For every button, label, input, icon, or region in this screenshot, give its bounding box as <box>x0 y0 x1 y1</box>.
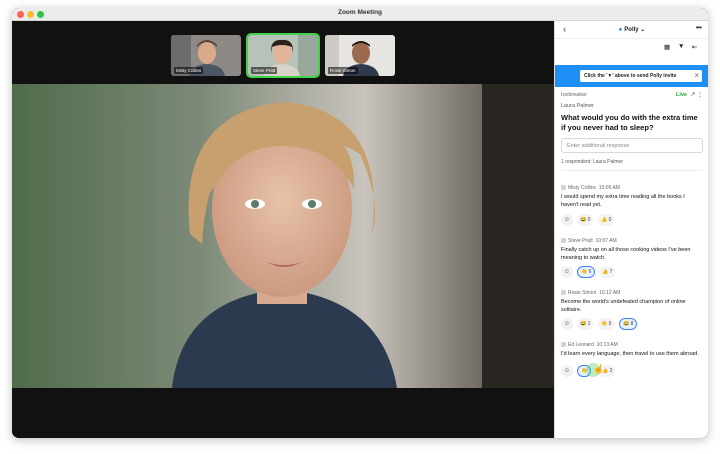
response-time: 10:06 AM <box>598 185 620 191</box>
banner-text: Click the '▼' above to send Polly invite <box>584 73 677 79</box>
reaction-pill[interactable]: 😂 1 <box>577 318 594 330</box>
avatar <box>561 342 566 347</box>
panel-header: ‹ ● Polly ⌄ ••• <box>555 21 708 39</box>
reactions-row: ☺ 😂 0 👍 0 <box>561 214 703 226</box>
response-author: Rosie Simon <box>568 290 597 296</box>
reaction-pill-selected[interactable]: 😂 8 <box>619 318 638 330</box>
response-text: I would spend my extra time reading all … <box>561 194 685 208</box>
participant-thumbnail-active[interactable]: Steve Pratt <box>246 33 320 78</box>
collapse-icon[interactable]: ⇤ <box>692 43 697 51</box>
panel-toolbar: ▦ ▼ ⇤ <box>555 39 708 58</box>
live-status-badge: Live <box>675 92 687 98</box>
add-reaction-icon[interactable]: ☺ <box>561 318 573 330</box>
avatar <box>561 238 566 243</box>
reaction-pill[interactable]: 😂 0 <box>577 214 594 226</box>
reactions-row: ☺ 😂 1 👏 5 😂 8 <box>561 318 703 330</box>
active-speaker-video[interactable] <box>12 84 554 388</box>
avatar <box>561 290 566 295</box>
zoom-window: Zoom Meeting Misty Collins Steve Pratt R… <box>12 8 708 438</box>
speaker-video-image <box>12 84 554 388</box>
response-author: Steve Pratt <box>568 238 593 244</box>
participant-thumbnail[interactable]: Rosie Simon <box>325 35 395 76</box>
response-meta: Steve Pratt 10:07 AM <box>561 238 703 246</box>
poll-host: Laura Palmer <box>561 103 595 109</box>
add-reaction-icon[interactable]: ☺ <box>561 266 573 278</box>
window-title: Zoom Meeting <box>337 9 383 16</box>
share-icon[interactable]: ↗ ⋮ <box>690 91 703 98</box>
reactions-row: ☺ 👏 👍 2 <box>561 365 703 377</box>
response-meta: Ed Leonard 10:13 AM <box>561 342 703 350</box>
filter-icon[interactable]: ▼ <box>678 43 684 50</box>
response-meta: Misty Collins 10:06 AM <box>561 185 703 193</box>
add-reaction-icon[interactable]: ☺ <box>561 365 573 377</box>
polly-brand-menu[interactable]: ● Polly ⌄ <box>555 26 708 33</box>
polly-logo-icon: ● <box>618 27 623 33</box>
response-item: Steve Pratt 10:07 AM Finally catch up on… <box>561 238 703 262</box>
response-text: Finally catch up on all those cooking vi… <box>561 247 691 261</box>
response-time: 10:12 AM <box>599 290 621 296</box>
more-options-icon[interactable]: ••• <box>696 23 702 32</box>
response-item: Misty Collins 10:06 AM I would spend my … <box>561 185 703 209</box>
response-text: I'd learn every language, then travel to… <box>561 351 699 357</box>
response-time: 10:07 AM <box>595 238 617 244</box>
video-icon[interactable]: ▦ <box>664 43 670 51</box>
participant-name: Rosie Simon <box>328 67 358 74</box>
participant-name: Steve Pratt <box>251 67 278 74</box>
response-item: Rosie Simon 10:12 AM Become the world's … <box>561 290 703 314</box>
response-meta: Rosie Simon 10:12 AM <box>561 290 703 298</box>
response-author: Ed Leonard <box>568 342 594 348</box>
poll-type-row: Icebreaker Live ↗ ⋮ <box>561 92 703 102</box>
hand-cursor-icon: ☝ <box>593 364 605 374</box>
avatar <box>561 185 566 190</box>
response-item: Ed Leonard 10:13 AM I'd learn every lang… <box>561 342 703 359</box>
close-banner-icon[interactable]: × <box>694 71 699 80</box>
respondent-count: 1 respondent: Laura Palmer <box>561 159 703 171</box>
response-text: Become the world's undefeated champion o… <box>561 299 686 313</box>
reaction-pill-selected[interactable]: 👏 6 <box>577 266 596 278</box>
icebreaker-card: Icebreaker Live ↗ ⋮ Laura Palmer What wo… <box>561 92 703 171</box>
response-author: Misty Collins <box>568 185 597 191</box>
invite-banner: Click the '▼' above to send Polly invite… <box>555 65 708 87</box>
brand-label: Polly <box>624 27 639 33</box>
add-reaction-icon[interactable]: ☺ <box>561 214 573 226</box>
poll-question: What would you do with the extra time if… <box>561 113 698 132</box>
response-input[interactable]: Enter additional response <box>561 138 703 153</box>
reaction-pill[interactable]: 👍 7 <box>599 266 616 278</box>
participant-thumbnail[interactable]: Misty Collins <box>171 35 241 76</box>
reaction-pill[interactable]: 👏 5 <box>598 318 615 330</box>
reaction-pill[interactable]: 👍 0 <box>598 214 615 226</box>
participant-name: Misty Collins <box>174 67 204 74</box>
polly-panel: ‹ ● Polly ⌄ ••• ▦ ▼ ⇤ Click the '▼' above… <box>554 21 708 438</box>
poll-type: Icebreaker <box>561 92 587 98</box>
title-bar: Zoom Meeting <box>12 8 708 21</box>
reactions-row: ☺ 👏 6 👍 7 <box>561 266 703 278</box>
banner-message: Click the '▼' above to send Polly invite… <box>580 70 702 82</box>
response-time: 10:13 AM <box>596 342 618 348</box>
video-stage: Misty Collins Steve Pratt Rosie Simon <box>12 21 554 438</box>
